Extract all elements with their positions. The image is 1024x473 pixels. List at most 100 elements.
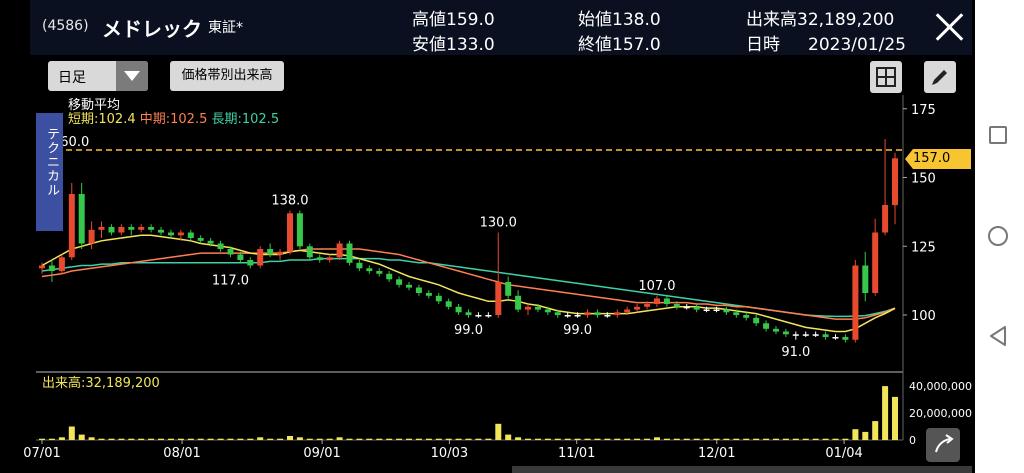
candle-body [177, 232, 184, 236]
volume-bar [802, 438, 809, 440]
volume-bar [187, 438, 194, 440]
volume-bar [445, 438, 452, 440]
volume-bar [594, 438, 601, 440]
candle-body [465, 312, 472, 316]
candle-body [505, 282, 512, 296]
candle-body [48, 265, 55, 271]
volume-bar [48, 438, 55, 440]
y-tick-label: 100 [911, 309, 936, 324]
price-annotation: 117.0 [212, 273, 249, 288]
volume-bar [396, 438, 403, 440]
candle-body [812, 334, 819, 336]
y-tick-label: 175 [911, 103, 936, 118]
candle-body [306, 246, 313, 258]
candle-body [832, 337, 839, 339]
volume-bar [217, 438, 224, 440]
volume-bar [782, 438, 789, 440]
volume-bar [277, 438, 284, 440]
candle-body [584, 312, 591, 316]
candle-body [356, 262, 363, 269]
candle-body [168, 232, 174, 236]
volume-bar [723, 438, 730, 440]
candle-body [862, 265, 869, 293]
volume-bar [267, 438, 274, 440]
volume-bar [39, 438, 45, 440]
volume-bar [207, 438, 214, 440]
volume-bar [842, 438, 849, 440]
candle-body [713, 309, 720, 311]
back-icon[interactable] [988, 325, 1008, 347]
candle-body [138, 227, 145, 230]
candle-body [594, 312, 601, 316]
candle-body [406, 284, 412, 288]
y-tick-label: 125 [911, 240, 936, 255]
ma-mid-line [41, 248, 896, 320]
volume-bar [455, 438, 462, 440]
volume-bar [376, 438, 383, 440]
volume-bar [247, 438, 254, 440]
volume-bar [475, 438, 482, 440]
candle-body [852, 265, 859, 340]
chart-scrollbar[interactable] [512, 466, 972, 473]
volume-bar [435, 438, 442, 440]
candle-body [78, 194, 85, 244]
volume-bar [763, 438, 770, 440]
candle-body [644, 304, 651, 307]
volume-bar [743, 438, 750, 440]
candle-body [673, 304, 680, 307]
volume-bar [118, 438, 125, 440]
candle-body [128, 227, 135, 230]
candle-body [544, 309, 551, 313]
candle-body [227, 249, 234, 255]
candle-body [346, 243, 353, 263]
volume-bar [812, 438, 819, 440]
candle-body [58, 257, 65, 272]
candle-body [277, 251, 284, 255]
candle-body [207, 240, 214, 244]
volume-bar [574, 438, 581, 440]
technical-tab[interactable]: テクニカル [36, 113, 63, 231]
volume-bar [495, 423, 502, 440]
volume-tick-label: 20,000,000 [909, 407, 972, 420]
stock-chart-app: (4586) メドレック 東証* 高値159.0 安値133.0 始値138.0… [0, 0, 975, 473]
candle-body [187, 232, 194, 238]
candle-body [197, 238, 204, 241]
volume-bar [168, 438, 174, 440]
ma-short-value: 短期:102.4 [68, 112, 136, 127]
expand-button[interactable] [926, 428, 960, 462]
candle-body [564, 315, 571, 317]
x-tick-label: 12/01 [698, 446, 735, 461]
candle-body [425, 293, 432, 296]
candle-body [88, 229, 95, 244]
candle-body [872, 232, 879, 293]
candle-body [287, 213, 293, 252]
recent-apps-icon[interactable] [989, 126, 1007, 144]
ma-mid-value: 中期:102.5 [139, 112, 208, 127]
volume-bar [98, 438, 105, 440]
volume-bar [336, 437, 343, 440]
volume-readout: 出来高:32,189,200 [42, 376, 160, 391]
volume-bar [148, 438, 155, 440]
candle-body [703, 309, 710, 311]
price-chart[interactable]: 175 150 125 100 40,000,000 20,000,000 0 07/01 08… [0, 0, 975, 473]
candle-body [485, 315, 492, 317]
volume-bar [733, 438, 740, 440]
candle-body [773, 328, 779, 332]
candle-body [802, 334, 809, 336]
candle-body [158, 229, 164, 233]
current-price-flag: 157.0 [905, 149, 971, 169]
candle-body [554, 312, 561, 316]
candle-body [455, 306, 462, 313]
volume-bar [535, 438, 541, 440]
x-tick-label: 10/03 [431, 446, 468, 461]
candle-body [782, 331, 789, 335]
candle-body [98, 227, 105, 230]
home-icon[interactable] [988, 226, 1008, 246]
candle-body [683, 306, 690, 309]
technical-tab-label: テクニカル [44, 127, 59, 197]
candle-body [723, 309, 730, 313]
candle-body [386, 273, 393, 280]
candle-body [515, 295, 522, 310]
candle-body [217, 243, 224, 249]
candle-body [366, 268, 373, 272]
